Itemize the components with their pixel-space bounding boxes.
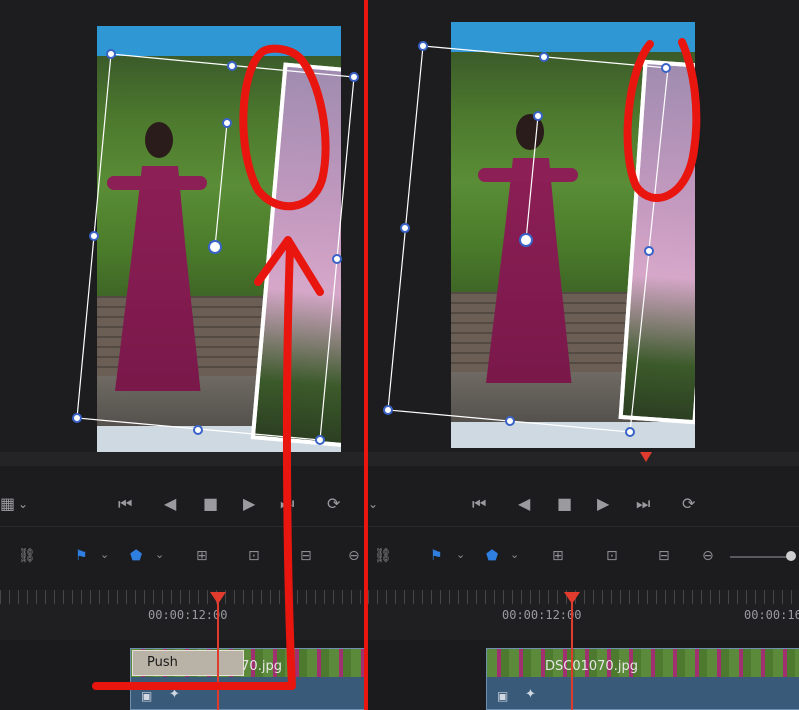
transport-controls: ⌄ ⏮ ◀ ■ ▶ ⏭ ⟳ — [368, 480, 799, 526]
playhead-line — [571, 602, 573, 710]
push-transition[interactable]: Push — [132, 650, 244, 676]
stop-icon[interactable]: ■ — [203, 496, 218, 512]
playhead-line — [217, 602, 219, 710]
marker-shape-icon[interactable]: ⬟ — [486, 548, 498, 564]
video-clip[interactable]: DSC01070.jpg ▣ ✦ — [486, 648, 799, 710]
jump-to-end-icon[interactable]: ⏭ — [280, 496, 294, 512]
stop-icon[interactable]: ■ — [557, 496, 572, 512]
timeline-ruler[interactable]: 00:00:12:00 — [0, 590, 364, 640]
loop-icon[interactable]: ⟳ — [327, 496, 340, 512]
video-track: DSC01070.jpg ▣ ✦ — [368, 640, 799, 710]
loop-icon[interactable]: ⟳ — [682, 496, 695, 512]
play-icon[interactable]: ▶ — [243, 496, 255, 512]
marker-shape-icon[interactable]: ⬟ — [130, 548, 142, 564]
clip-name: DSC01070.jpg — [545, 659, 638, 674]
edge-handle-bottom[interactable] — [193, 425, 203, 435]
edge-handle-left[interactable] — [89, 231, 99, 241]
right-editor-pane: ⌄ ⏮ ◀ ■ ▶ ⏭ ⟳ ⛓ ⚑ ⌄ ⬟ ⌄ ⊞ ⊡ ⊟ ⊖ 00:00:12… — [368, 0, 799, 710]
pane-divider — [364, 0, 368, 710]
timeline-toolbar: ⛓ ⚑ ⌄ ⬟ ⌄ ⊞ ⊡ ⊟ ⊖ — [0, 538, 364, 578]
corner-handle-top-left[interactable] — [418, 41, 428, 51]
corner-handle-top-right[interactable] — [349, 72, 359, 82]
chevron-down-icon[interactable]: ⌄ — [18, 496, 28, 512]
chevron-down-icon[interactable]: ⌄ — [100, 548, 109, 561]
viewer-options-icon[interactable]: ▦ — [0, 496, 15, 512]
transform-frame — [76, 53, 355, 441]
edge-handle-bottom[interactable] — [505, 416, 515, 426]
corner-handle-top-left[interactable] — [106, 49, 116, 59]
timeline-ruler[interactable]: 00:00:12:00 00:00:16: — [368, 590, 799, 640]
sparkle-icon: ✦ — [525, 687, 536, 702]
timeline-toolbar: ⛓ ⚑ ⌄ ⬟ ⌄ ⊞ ⊡ ⊟ ⊖ — [368, 538, 799, 578]
zoom-minus-icon[interactable]: ⊖ — [702, 548, 714, 564]
zoom-in-icon[interactable]: ⊞ — [552, 548, 564, 564]
corner-handle-bottom-left[interactable] — [383, 405, 393, 415]
corner-handle-bottom-right[interactable] — [315, 435, 325, 445]
jump-to-start-icon[interactable]: ⏮ — [118, 496, 132, 512]
zoom-fit-icon[interactable]: ⊡ — [606, 548, 618, 564]
edge-handle-top[interactable] — [539, 52, 549, 62]
zoom-out-icon[interactable]: ⊟ — [658, 548, 670, 564]
anchor-point-handle[interactable] — [208, 240, 222, 254]
link-icon[interactable]: ⛓ — [374, 548, 392, 564]
chevron-down-icon[interactable]: ⌄ — [510, 548, 519, 561]
timecode-label: 00:00:12:00 — [148, 608, 228, 622]
scrub-bar[interactable] — [368, 452, 799, 466]
scrub-playhead-marker[interactable] — [640, 452, 652, 462]
timecode-label-partial: 00:00:16: — [744, 608, 799, 622]
transform-frame — [387, 45, 669, 433]
edge-handle-right[interactable] — [644, 246, 654, 256]
anchor-point-handle[interactable] — [519, 233, 533, 247]
timecode-label: 00:00:12:00 — [502, 608, 582, 622]
corner-handle-top-right[interactable] — [661, 63, 671, 73]
jump-to-end-icon[interactable]: ⏭ — [636, 496, 650, 512]
edge-handle-top[interactable] — [227, 61, 237, 71]
chevron-down-icon[interactable]: ⌄ — [456, 548, 465, 561]
transport-controls: ▦ ⌄ ⏮ ◀ ■ ▶ ⏭ ⟳ — [0, 480, 364, 526]
chevron-down-icon[interactable]: ⌄ — [368, 496, 378, 512]
step-back-icon[interactable]: ◀ — [164, 496, 176, 512]
marker-flag-icon[interactable]: ⚑ — [430, 548, 443, 564]
play-icon[interactable]: ▶ — [597, 496, 609, 512]
edge-handle-left[interactable] — [400, 223, 410, 233]
zoom-slider-track[interactable] — [730, 556, 790, 558]
zoom-fit-icon[interactable]: ⊡ — [248, 548, 260, 564]
marker-flag-icon[interactable]: ⚑ — [75, 548, 88, 564]
rotation-handle[interactable] — [533, 111, 543, 121]
jump-to-start-icon[interactable]: ⏮ — [472, 496, 486, 512]
left-viewer — [0, 0, 364, 452]
left-editor-pane: ▦ ⌄ ⏮ ◀ ■ ▶ ⏭ ⟳ ⛓ ⚑ ⌄ ⬟ ⌄ ⊞ ⊡ ⊟ ⊖ 00:00:… — [0, 0, 364, 710]
edge-handle-right[interactable] — [332, 254, 342, 264]
link-icon[interactable]: ⛓ — [18, 548, 36, 564]
corner-handle-bottom-right[interactable] — [625, 427, 635, 437]
image-icon: ▣ — [497, 689, 509, 703]
zoom-slider-knob[interactable] — [786, 551, 796, 561]
zoom-minus-icon[interactable]: ⊖ — [348, 548, 360, 564]
sparkle-icon: ✦ — [169, 687, 180, 702]
zoom-out-icon[interactable]: ⊟ — [300, 548, 312, 564]
image-icon: ▣ — [141, 689, 153, 703]
right-viewer — [368, 0, 799, 452]
zoom-in-icon[interactable]: ⊞ — [196, 548, 208, 564]
corner-handle-bottom-left[interactable] — [72, 413, 82, 423]
step-back-icon[interactable]: ◀ — [518, 496, 530, 512]
scrub-bar[interactable] — [0, 452, 364, 466]
rotation-handle[interactable] — [222, 118, 232, 128]
chevron-down-icon[interactable]: ⌄ — [155, 548, 164, 561]
